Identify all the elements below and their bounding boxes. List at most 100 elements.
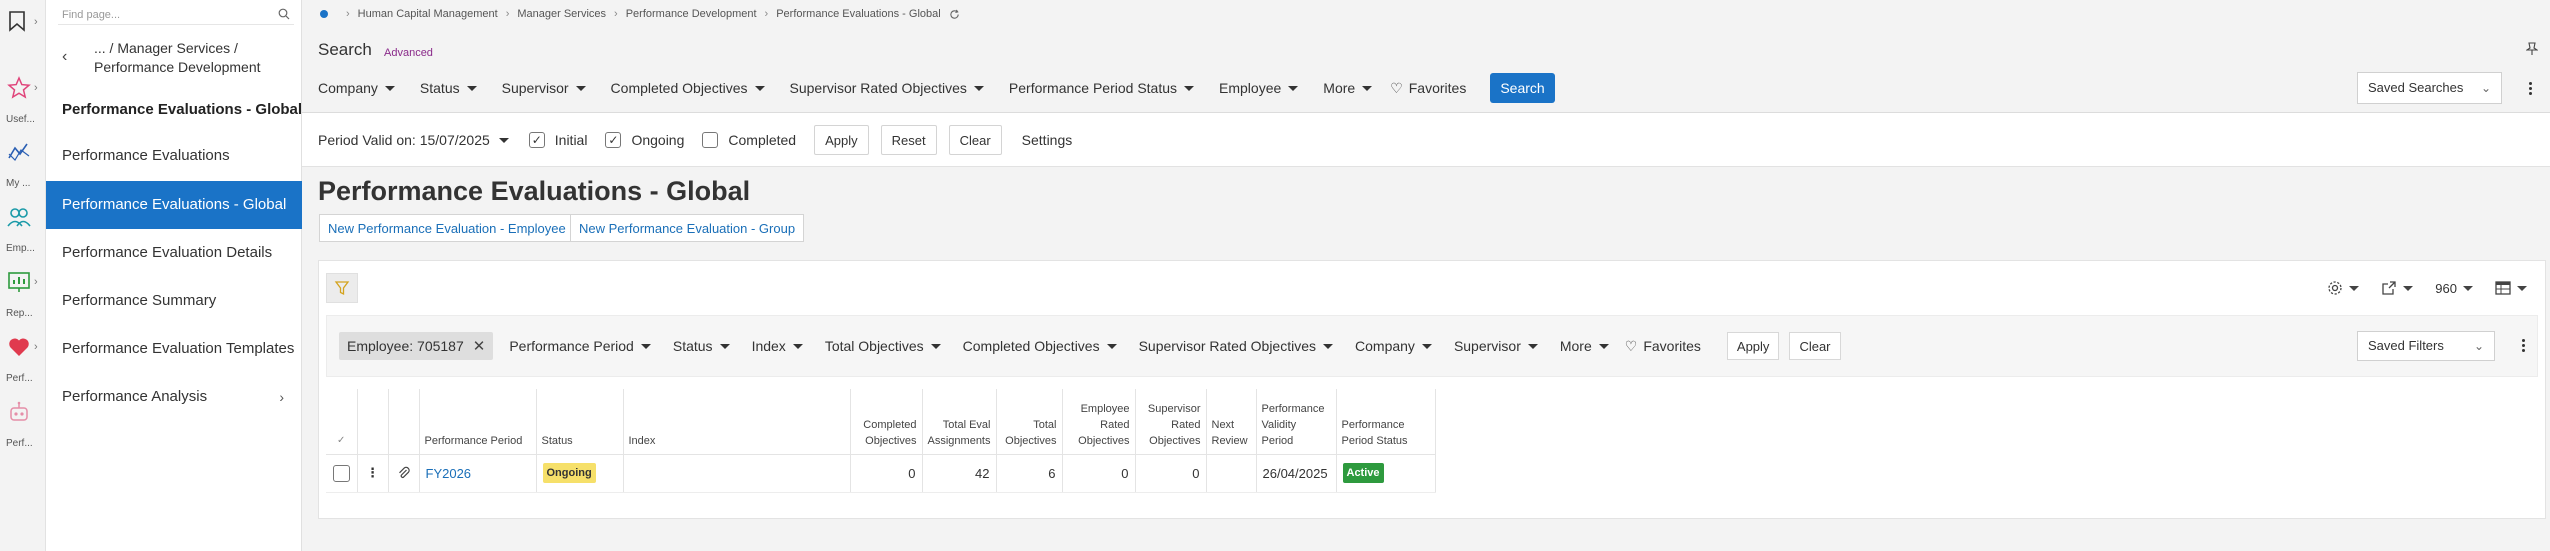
- grid-clear-button[interactable]: Clear: [1789, 332, 1841, 360]
- nav-item-performance-summary[interactable]: Performance Summary: [46, 277, 302, 325]
- view-layout-dropdown[interactable]: [2495, 281, 2527, 295]
- row-attachment-cell[interactable]: [388, 454, 420, 493]
- column-header-supervisor-rated-objectives[interactable]: Supervisor Rated Objectives: [1135, 389, 1207, 455]
- grid-filter-supervisor[interactable]: Supervisor: [1454, 338, 1538, 354]
- close-icon[interactable]: ✕: [473, 337, 486, 355]
- row-select-cell[interactable]: [326, 454, 358, 493]
- grid-filter-index[interactable]: Index: [752, 338, 803, 354]
- favorites-button[interactable]: ♡ Favorites: [1390, 80, 1466, 97]
- grid-filter-total-objectives[interactable]: Total Objectives: [825, 338, 941, 354]
- filter-more[interactable]: More: [1323, 80, 1373, 96]
- search-more-options-icon[interactable]: [2529, 80, 2532, 97]
- chevron-right-icon: ›: [505, 8, 510, 20]
- settings-link[interactable]: Settings: [1022, 132, 1073, 148]
- filter-toggle-button[interactable]: [326, 273, 358, 303]
- nav-breadcrumb[interactable]: ... / Manager Services / Performance Dev…: [94, 39, 304, 77]
- column-header-total-eval-assignments[interactable]: Total Eval Assignments: [922, 389, 997, 455]
- chevron-down-icon: ⌄: [2480, 81, 2491, 95]
- nav-item-performance-evaluations-global[interactable]: Performance Evaluations - Global: [46, 181, 302, 229]
- heart-outline-icon: ♡: [1390, 79, 1403, 96]
- rail-item-useful[interactable]: › Usef...: [0, 76, 46, 128]
- reset-button[interactable]: Reset: [880, 125, 937, 155]
- row-actions-cell[interactable]: ⋮: [357, 454, 389, 493]
- grid-filter-completed-objectives[interactable]: Completed Objectives: [963, 338, 1117, 354]
- column-header-index[interactable]: Index: [623, 389, 851, 455]
- page-size-dropdown[interactable]: 960: [2435, 281, 2473, 296]
- performance-period-link[interactable]: FY2026: [426, 466, 472, 481]
- nav-item-performance-analysis[interactable]: Performance Analysis ›: [46, 373, 302, 421]
- grid-filter-company[interactable]: Company: [1355, 338, 1432, 354]
- clear-button[interactable]: Clear: [948, 125, 1002, 155]
- column-header-performance-period[interactable]: Performance Period: [419, 389, 537, 455]
- grid-filter-supervisor-rated-objectives[interactable]: Supervisor Rated Objectives: [1139, 338, 1334, 354]
- more-vertical-icon[interactable]: ⋮: [366, 465, 379, 480]
- breadcrumb-item[interactable]: Human Capital Management: [358, 8, 498, 20]
- grid-filter-more[interactable]: More: [1560, 338, 1609, 354]
- filter-performance-period-status[interactable]: Performance Period Status: [1009, 80, 1195, 96]
- back-arrow-icon[interactable]: ‹: [62, 48, 67, 66]
- rail-label: Perf...: [6, 438, 33, 449]
- find-page-input[interactable]: [58, 5, 294, 25]
- filters-more-options-icon[interactable]: [2522, 337, 2525, 354]
- breadcrumb-item[interactable]: Performance Development: [626, 8, 757, 20]
- new-evaluation-employee-button[interactable]: New Performance Evaluation - Employee: [319, 214, 575, 242]
- grid-filter-status[interactable]: Status: [673, 338, 730, 354]
- nav-item-performance-evaluations[interactable]: Performance Evaluations: [46, 132, 302, 180]
- filter-completed-objectives[interactable]: Completed Objectives: [611, 80, 765, 96]
- search-icon[interactable]: [278, 8, 290, 20]
- cell-performance-validity-period: 26/04/2025: [1256, 454, 1337, 493]
- nav-item-performance-evaluation-details[interactable]: Performance Evaluation Details: [46, 229, 302, 277]
- row-checkbox[interactable]: [332, 464, 350, 482]
- grid-filter-performance-period[interactable]: Performance Period: [509, 338, 651, 354]
- export-dropdown[interactable]: [2381, 280, 2414, 296]
- filter-status[interactable]: Status: [420, 80, 477, 96]
- home-dot-icon[interactable]: [320, 10, 328, 18]
- breadcrumb-item[interactable]: Manager Services: [517, 8, 606, 20]
- refresh-icon[interactable]: [949, 9, 960, 20]
- table-row[interactable]: ⋮ FY2026 Ongoing 0 42 6 0 0 26/04/2025 A…: [326, 454, 1436, 493]
- filter-employee[interactable]: Employee: [1219, 80, 1299, 96]
- column-header-completed-objectives[interactable]: Completed Objectives: [850, 389, 923, 455]
- checkbox-ongoing[interactable]: ✓ Ongoing: [605, 132, 684, 148]
- saved-searches-dropdown[interactable]: Saved Searches ⌄: [2357, 72, 2502, 104]
- column-header-total-objectives[interactable]: Total Objectives: [996, 389, 1063, 455]
- rail-label: Perf...: [6, 373, 33, 384]
- grid-favorites-button[interactable]: ♡ Favorites: [1625, 338, 1701, 355]
- filter-company[interactable]: Company: [318, 80, 395, 96]
- nav-item-performance-evaluation-templates[interactable]: Performance Evaluation Templates: [46, 325, 302, 373]
- rail-item-my[interactable]: My ...: [0, 140, 46, 192]
- chevron-right-icon: ›: [279, 389, 284, 405]
- column-header-status[interactable]: Status: [536, 389, 624, 455]
- column-header-performance-validity-period[interactable]: Performance Validity Period: [1256, 389, 1337, 455]
- column-header-performance-period-status[interactable]: Performance Period Status: [1336, 389, 1436, 455]
- period-valid-on-dropdown[interactable]: Period Valid on: 15/07/2025: [318, 132, 509, 148]
- rail-item-reports[interactable]: › Rep...: [0, 270, 46, 322]
- nav-item-label: Performance Evaluations - Global: [62, 196, 287, 213]
- rail-item-performance[interactable]: › Perf...: [0, 335, 46, 387]
- apply-button[interactable]: Apply: [814, 125, 869, 155]
- pin-icon[interactable]: [2526, 42, 2538, 56]
- column-header-employee-rated-objectives[interactable]: Employee Rated Objectives: [1062, 389, 1136, 455]
- checkbox-completed[interactable]: Completed: [702, 132, 796, 148]
- select-all-header[interactable]: ✓: [326, 389, 358, 455]
- checkbox-initial[interactable]: ✓ Initial: [528, 132, 587, 148]
- caret-down-icon: [1362, 85, 1373, 91]
- caret-down-icon: [575, 85, 586, 91]
- filter-supervisor-rated-objectives[interactable]: Supervisor Rated Objectives: [790, 80, 984, 96]
- chevron-right-icon: ›: [34, 16, 38, 28]
- rail-item-employee[interactable]: Emp...: [0, 205, 46, 257]
- filter-supervisor[interactable]: Supervisor: [502, 80, 586, 96]
- paperclip-icon[interactable]: [395, 466, 413, 480]
- advanced-search-link[interactable]: Advanced: [384, 47, 433, 59]
- search-button[interactable]: Search: [1490, 73, 1555, 103]
- cell-performance-period[interactable]: FY2026: [419, 454, 537, 493]
- grid-settings-dropdown[interactable]: [2327, 280, 2360, 296]
- saved-filters-dropdown[interactable]: Saved Filters ⌄: [2357, 331, 2495, 361]
- rail-item-performance-bot[interactable]: Perf...: [0, 400, 46, 452]
- rail-item-bookmarks[interactable]: ›: [0, 8, 46, 38]
- grid-apply-button[interactable]: Apply: [1726, 332, 1780, 360]
- checkbox-label: Ongoing: [631, 132, 685, 148]
- filter-chip-employee[interactable]: Employee: 705187 ✕: [339, 332, 494, 360]
- new-evaluation-group-button[interactable]: New Performance Evaluation - Group: [570, 214, 805, 242]
- column-header-next-review[interactable]: Next Review: [1206, 389, 1257, 455]
